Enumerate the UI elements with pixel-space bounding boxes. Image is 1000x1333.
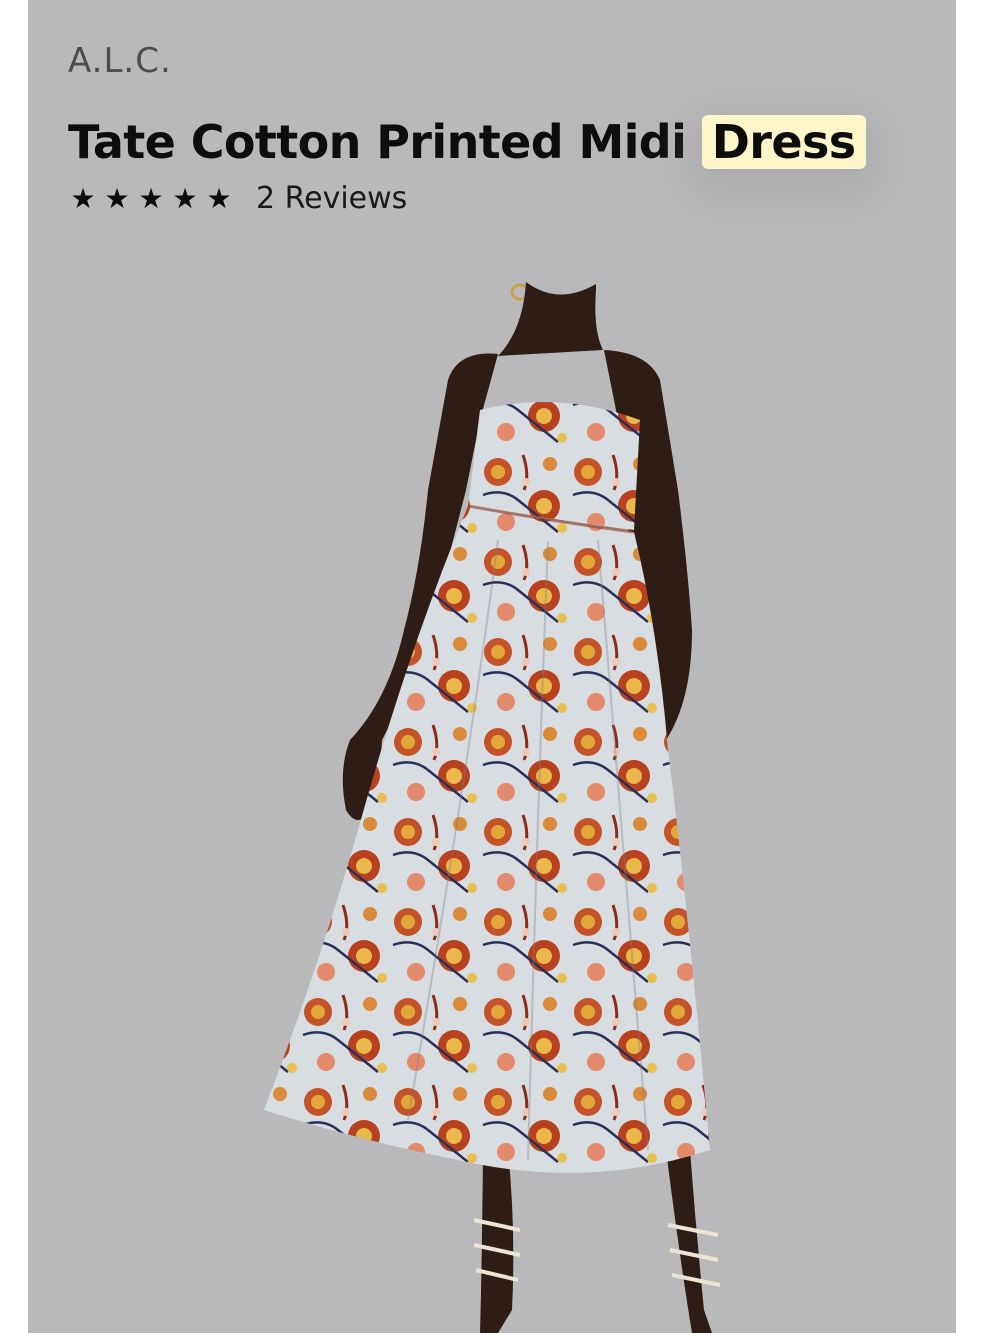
product-image[interactable] <box>28 270 956 1333</box>
highlighted-word: Dress <box>701 115 866 169</box>
product-title-main: Tate Cotton Printed Midi <box>68 115 687 169</box>
star-icon: ★ <box>138 182 164 215</box>
star-icon: ★ <box>104 182 130 215</box>
product-title: Tate Cotton Printed Midi Dress <box>68 112 866 172</box>
star-icon: ★ <box>172 182 198 215</box>
star-rating: ★ ★ ★ ★ ★ <box>68 185 234 213</box>
page: A.L.C. Tate Cotton Printed Midi Dress ★ … <box>0 0 1000 1333</box>
brand-name[interactable]: A.L.C. <box>68 44 172 78</box>
reviews-link[interactable]: 2 Reviews <box>256 184 407 214</box>
rating-row[interactable]: ★ ★ ★ ★ ★ 2 Reviews <box>68 184 407 214</box>
product-panel: A.L.C. Tate Cotton Printed Midi Dress ★ … <box>28 0 956 1333</box>
star-icon: ★ <box>70 182 96 215</box>
star-icon: ★ <box>206 182 232 215</box>
